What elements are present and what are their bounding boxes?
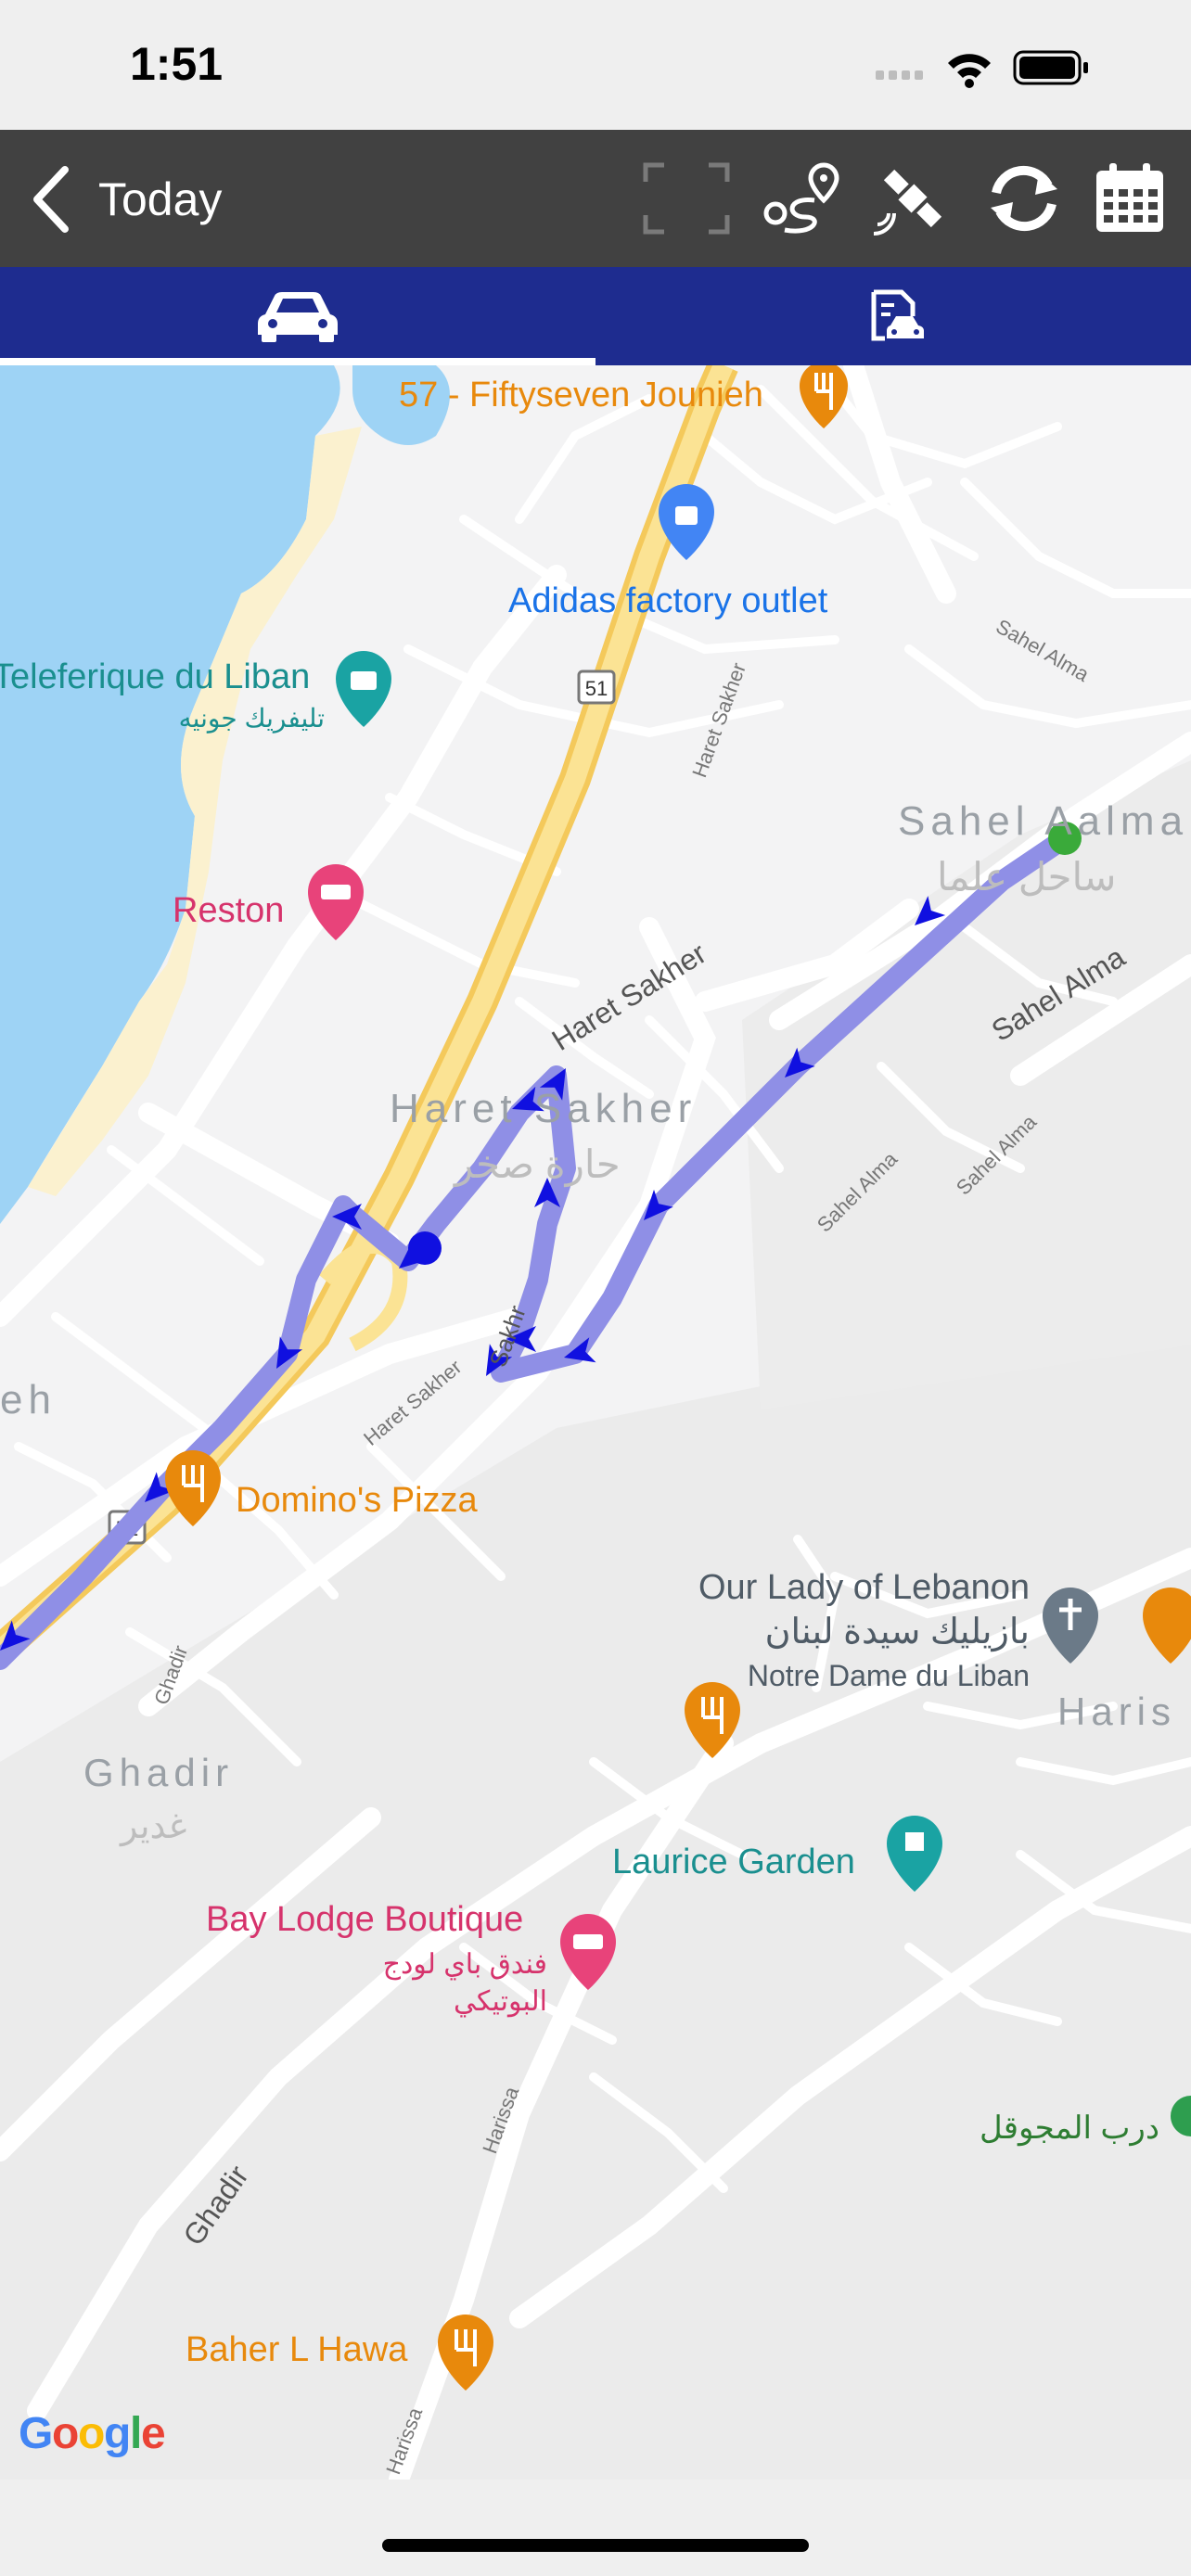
current-position-marker bbox=[408, 1231, 442, 1265]
status-bar: 1:51 bbox=[0, 0, 1191, 130]
bottom-safe-area bbox=[0, 2480, 1191, 2576]
map-view[interactable]: 51 51 57 - Fiftyseven Jounieh Adidas fac… bbox=[0, 365, 1191, 2480]
top-navbar: Today bbox=[0, 130, 1191, 267]
cellular-signal-icon bbox=[876, 70, 923, 80]
tab-active-indicator bbox=[0, 358, 596, 365]
svg-text:51: 51 bbox=[585, 677, 608, 700]
svg-text:درب المجوقل: درب المجوقل bbox=[980, 2111, 1159, 2147]
area-label-jounieh: eh bbox=[0, 1377, 57, 1422]
area-label-harissa: Haris bbox=[1057, 1690, 1176, 1733]
svg-text:o: o bbox=[78, 2409, 105, 2458]
area-label-haret-sakher: Haret Sakher bbox=[390, 1086, 697, 1131]
status-icons bbox=[876, 45, 1126, 91]
fullscreen-button[interactable] bbox=[642, 159, 731, 237]
vehicle-document-icon bbox=[871, 289, 924, 341]
back-label: Today bbox=[98, 173, 223, 225]
svg-text:Laurice Garden: Laurice Garden bbox=[612, 1843, 855, 1881]
svg-text:Our Lady of Lebanon: Our Lady of Lebanon bbox=[698, 1568, 1030, 1607]
area-label-ghadir: Ghadir bbox=[83, 1751, 234, 1794]
home-indicator[interactable] bbox=[382, 2539, 809, 2552]
tab-bar bbox=[0, 267, 1191, 365]
svg-text:Reston: Reston bbox=[173, 891, 284, 930]
svg-text:g: g bbox=[104, 2409, 131, 2458]
svg-text:Teleferique du Liban: Teleferique du Liban bbox=[0, 657, 310, 696]
refresh-button[interactable] bbox=[980, 159, 1069, 237]
svg-text:Baher L Hawa: Baher L Hawa bbox=[186, 2330, 408, 2369]
svg-text:Adidas factory outlet: Adidas factory outlet bbox=[508, 581, 828, 620]
calendar-button[interactable] bbox=[1091, 159, 1180, 237]
car-icon bbox=[258, 292, 338, 342]
route-button[interactable] bbox=[759, 159, 848, 237]
tab-vehicle-documents[interactable] bbox=[596, 267, 1191, 365]
status-time: 1:51 bbox=[130, 38, 224, 90]
svg-text:Bay Lodge Boutique: Bay Lodge Boutique bbox=[206, 1900, 523, 1939]
area-label-sahel-alma: Sahel Aalma bbox=[898, 798, 1188, 844]
route-51-shield-a: 51 bbox=[577, 670, 616, 705]
calendar-icon bbox=[1096, 163, 1163, 232]
area-label-ghadir-ar: غدير bbox=[119, 1807, 186, 1847]
svg-text:57 - Fiftyseven Jounieh: 57 - Fiftyseven Jounieh bbox=[399, 376, 763, 414]
chevron-left-icon bbox=[33, 166, 69, 233]
back-button[interactable]: Today bbox=[28, 158, 306, 241]
route-pin-icon bbox=[763, 162, 839, 234]
area-label-sahel-alma-ar: ساحل علما bbox=[937, 855, 1116, 899]
map-canvas[interactable]: 51 51 57 - Fiftyseven Jounieh Adidas fac… bbox=[0, 365, 1191, 2480]
svg-text:فندق باي لودج: فندق باي لودج bbox=[383, 1949, 547, 1981]
svg-text:Notre Dame du Liban: Notre Dame du Liban bbox=[748, 1659, 1030, 1692]
google-logo: G o o g l e bbox=[19, 2409, 166, 2458]
svg-text:Domino's Pizza: Domino's Pizza bbox=[236, 1481, 479, 1520]
refresh-icon bbox=[991, 165, 1057, 232]
satellite-icon bbox=[873, 169, 942, 236]
wifi-icon bbox=[948, 54, 991, 88]
area-label-haret-sakher-ar: حارة صخر bbox=[453, 1142, 621, 1188]
battery-icon bbox=[1013, 50, 1088, 85]
svg-text:تليفريك جونيه: تليفريك جونيه bbox=[179, 704, 325, 733]
satellite-button[interactable] bbox=[868, 159, 957, 237]
svg-text:بازيليك سيدة لبنان: بازيليك سيدة لبنان bbox=[765, 1613, 1030, 1652]
svg-text:G: G bbox=[19, 2409, 53, 2458]
svg-text:البوتيكي: البوتيكي bbox=[454, 1986, 547, 2018]
svg-text:e: e bbox=[141, 2409, 166, 2458]
tab-vehicle[interactable] bbox=[0, 267, 596, 365]
svg-text:o: o bbox=[52, 2409, 79, 2458]
fullscreen-icon bbox=[643, 162, 730, 235]
